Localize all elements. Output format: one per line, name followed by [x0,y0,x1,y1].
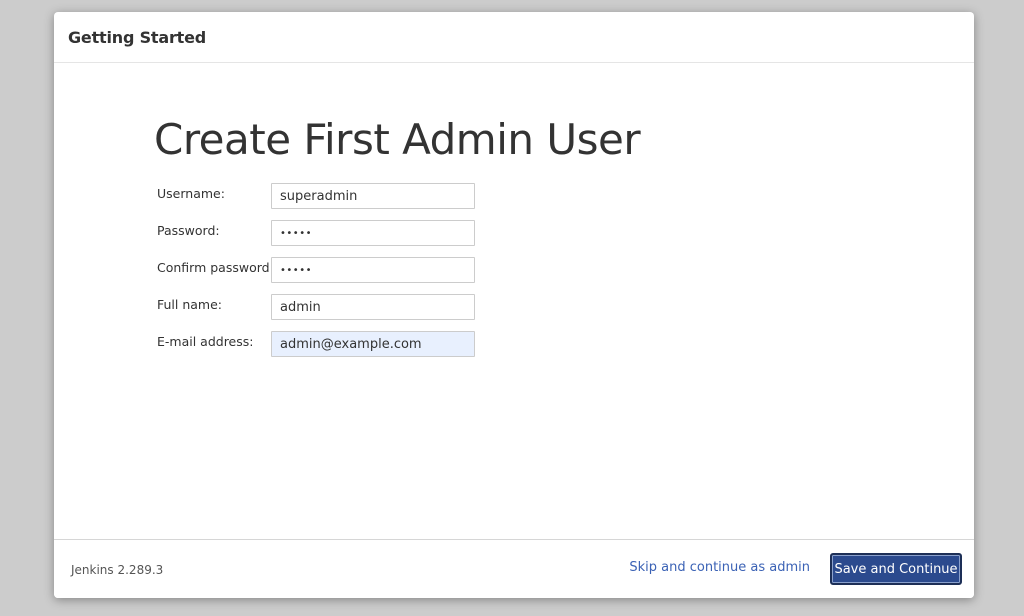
full-name-row: Full name: [157,294,487,322]
dialog-title: Getting Started [68,28,206,47]
email-label: E-mail address: [157,334,254,349]
dialog-body: Create First Admin User Username: Passwo… [54,63,974,539]
dialog-header: Getting Started [54,12,974,63]
email-row: E-mail address: [157,331,487,359]
password-field[interactable] [271,220,475,246]
confirm-password-row: Confirm password: [157,257,487,285]
full-name-label: Full name: [157,297,223,312]
password-label: Password: [157,223,220,238]
setup-wizard-dialog: Getting Started Create First Admin User … [54,12,974,598]
username-label: Username: [157,186,225,201]
confirm-password-field[interactable] [271,257,475,283]
email-field[interactable] [271,331,475,357]
save-and-continue-button[interactable]: Save and Continue [830,553,962,585]
version-label: Jenkins 2.289.3 [71,563,164,577]
page-heading: Create First Admin User [154,115,641,164]
username-row: Username: [157,183,487,211]
full-name-field[interactable] [271,294,475,320]
dialog-footer: Jenkins 2.289.3 Skip and continue as adm… [54,539,974,598]
username-field[interactable] [271,183,475,209]
skip-and-continue-link[interactable]: Skip and continue as admin [629,560,810,575]
password-row: Password: [157,220,487,248]
confirm-password-label: Confirm password: [157,260,274,275]
